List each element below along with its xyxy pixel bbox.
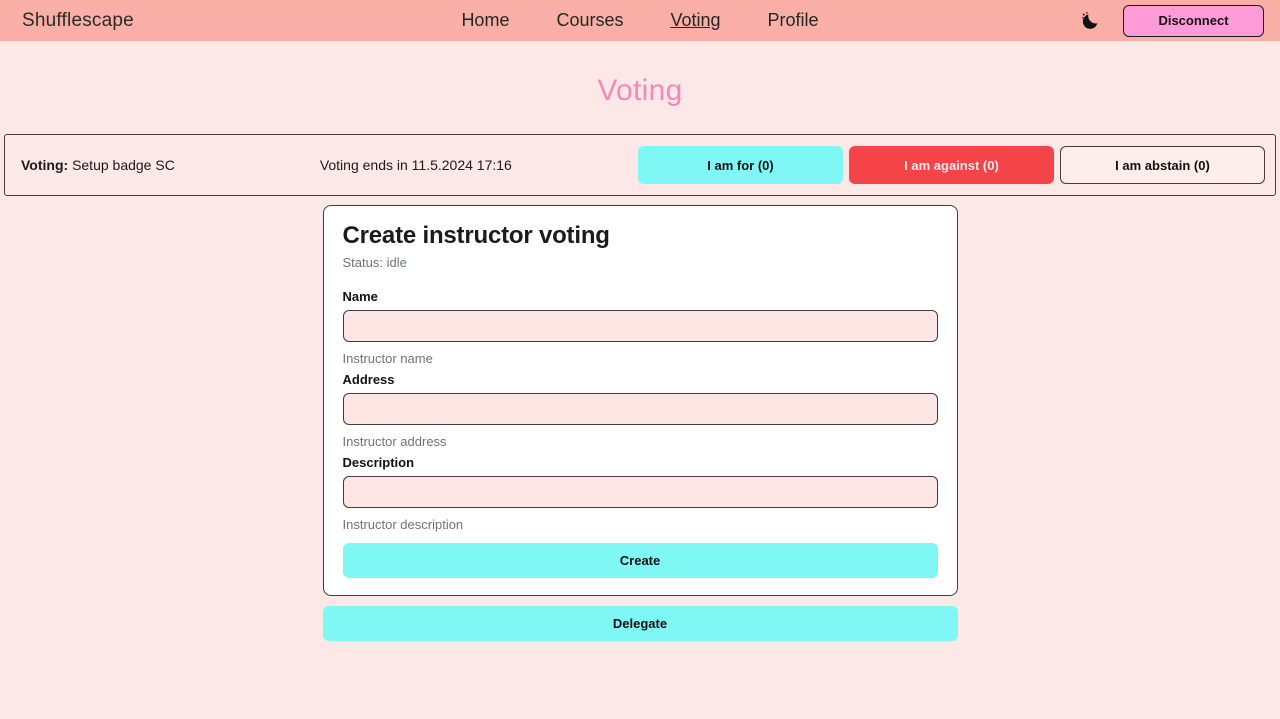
delegate-button[interactable]: Delegate	[322, 606, 958, 641]
voting-subject-text: Setup badge SC	[72, 157, 175, 173]
disconnect-button[interactable]: Disconnect	[1123, 4, 1264, 37]
address-label: Address	[342, 372, 395, 387]
card-status-text: Status: idle	[342, 255, 407, 270]
moon-stars-icon[interactable]	[1077, 8, 1103, 34]
voting-status-bar: Voting: Setup badge SC Voting ends in 11…	[4, 134, 1276, 196]
field-name: Name Instructor name	[342, 289, 938, 366]
nav-item-home[interactable]: Home	[461, 0, 509, 41]
voting-label-prefix: Voting:	[21, 157, 69, 173]
address-help-text: Instructor address	[342, 434, 447, 449]
card-title: Create instructor voting	[342, 222, 610, 249]
nav-item-courses[interactable]: Courses	[556, 0, 623, 41]
create-instructor-voting-card: Create instructor voting Status: idle Na…	[322, 205, 958, 596]
page-title: Voting	[597, 74, 683, 107]
vote-button-group: I am for (0) I am against (0) I am absta…	[638, 146, 1265, 184]
vote-abstain-button[interactable]: I am abstain (0)	[1060, 146, 1265, 184]
description-help-text: Instructor description	[342, 517, 464, 532]
name-input[interactable]	[342, 310, 938, 342]
name-help-text: Instructor name	[342, 351, 433, 366]
description-label: Description	[342, 455, 415, 470]
brand-logo[interactable]: Shufflescape	[12, 10, 134, 32]
voting-subject: Voting: Setup badge SC	[21, 157, 175, 173]
vote-against-button[interactable]: I am against (0)	[849, 146, 1054, 184]
field-address: Address Instructor address	[342, 372, 938, 449]
field-description: Description Instructor description	[342, 455, 938, 532]
navbar-actions: Disconnect	[1077, 4, 1268, 37]
voting-deadline: Voting ends in 11.5.2024 17:16	[319, 157, 512, 173]
nav-item-voting[interactable]: Voting	[670, 0, 720, 41]
nav-item-profile[interactable]: Profile	[768, 0, 819, 41]
description-input[interactable]	[342, 476, 938, 508]
top-navbar: Shufflescape Home Courses Voting Profile…	[0, 0, 1280, 41]
create-button[interactable]: Create	[342, 543, 938, 578]
vote-for-button[interactable]: I am for (0)	[638, 146, 843, 184]
name-label: Name	[342, 289, 378, 304]
address-input[interactable]	[342, 393, 938, 425]
